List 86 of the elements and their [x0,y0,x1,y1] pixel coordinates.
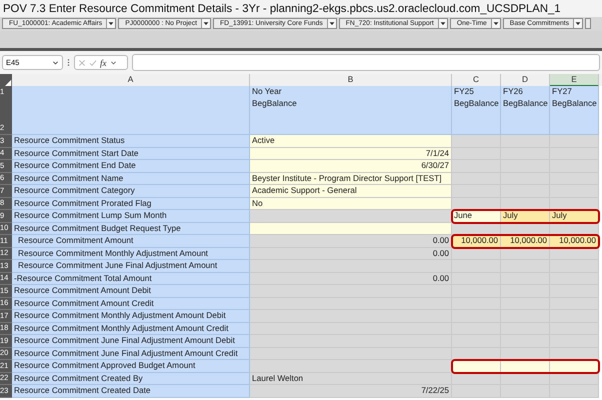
table-cell [550,135,599,148]
table-cell: Resource Commitment Prorated Flag [12,198,250,210]
table-cell: FY25 [452,86,501,98]
table-cell [452,148,501,160]
table-cell: Resource Commitment Approved Budget Amount [12,360,250,372]
table-cell: 10,000.00 [550,235,599,248]
table-cell: Active [250,135,452,148]
table-cell: July [501,210,550,222]
table-cell: BegBalance [250,98,452,135]
chevron-icon [52,59,59,66]
table-cell: Resource Commitment June Final Adjustment Amount Credit [12,348,250,360]
table-cell: Resource Commitment June Final Adjustment Amount Debit [12,335,250,348]
table-cell: Resource Commitment Category [12,185,250,198]
table-cell: Academic Support - General [250,185,452,198]
insert-function-button[interactable]: fx [100,58,106,68]
table-cell [550,385,599,398]
table-cell: BegBalance [452,98,501,135]
table-cell: Resource Commitment Monthly Adjustment Amount [12,248,250,260]
table-cell [452,135,501,148]
table-cell [550,172,599,185]
table-cell: July [550,210,599,222]
table-cell [550,310,599,322]
table-cell: 7/22/25 [250,385,452,398]
table-cell: Resource Commitment End Date [12,160,250,172]
table-cell [550,322,599,335]
window-title: POV 7.3 Enter Resource Commitment Details - 3Yr - planning2-ekgs.pbcs.us2.oraclecloud.com_UCSDPLAN_1 [3,2,561,14]
table-cell: Resource Commitment Created By [12,372,250,385]
table-cell [452,160,501,172]
table-cell [452,172,501,185]
table-cell [501,135,550,148]
table-cell: Resource Commitment Status [12,135,250,148]
table-cell [550,148,599,160]
caret-icon [490,19,500,28]
table-cell: Resource Commitment Monthly Adjustment Amount Credit [12,322,250,335]
caret-icon [201,19,210,28]
table-cell: June [452,210,501,222]
table-cell: -Resource Commitment Total Amount [12,272,250,285]
pov-dropdown[interactable] [585,18,592,29]
table-cell: No Year [250,86,452,98]
caret-icon [326,19,336,28]
table-cell: Resource Commitment Lump Sum Month [12,210,250,222]
caret-icon [106,19,116,28]
table-cell [501,360,550,372]
table-cell: 0.00 [250,272,452,285]
table-cell: Beyster Institute - Program Director Support [TEST] [250,172,452,185]
table-cell: 7/1/24 [250,148,452,160]
table-cell: 6/30/27 [250,160,452,172]
table-cell [550,272,599,285]
table-cell: 0.00 [250,248,452,260]
check-icon[interactable] [89,58,97,66]
table-cell: Resource Commitment June Final Adjustment Amount [12,260,250,272]
table-cell: BegBalance [501,98,550,135]
table-cell [550,285,599,298]
table-cell: BegBalance [550,98,599,135]
table-cell: Resource Commitment Monthly Adjustment Amount Debit [12,310,250,322]
table-cell [452,185,501,198]
close-icon[interactable] [78,58,86,66]
table-cell: No [250,198,452,210]
formula-input[interactable] [132,54,600,71]
table-cell: Resource Commitment Amount Credit [12,298,250,310]
column-header[interactable]: E [550,74,599,87]
table-cell: 10,000.00 [452,235,501,248]
table-cell: Resource Commitment Amount [12,235,250,248]
more-icon[interactable] [67,58,70,67]
caret-icon [573,19,582,28]
chevron-icon[interactable] [110,59,116,66]
table-cell [550,298,599,310]
table-cell [550,360,599,372]
table-cell: 0.00 [250,235,452,248]
table-cell [501,385,550,398]
table-cell [550,260,599,272]
table-cell [550,160,599,172]
table-cell: Resource Commitment Budget Request Type [12,222,250,235]
table-cell: FY27 [550,86,599,98]
table-cell [452,385,501,398]
table-cell: 10,000.00 [501,235,550,248]
table-cell: Resource Commitment Start Date [12,148,250,160]
table-cell [550,185,599,198]
table-cell: Resource Commitment Created Date [12,385,250,398]
table-cell [550,335,599,348]
table-cell: Resource Commitment Name [12,172,250,185]
table-cell: Resource Commitment Amount Debit [12,285,250,298]
table-cell: FY26 [501,86,550,98]
table-cell [452,360,501,372]
caret-icon [438,19,447,28]
table-cell: Laurel Welton [250,372,452,385]
